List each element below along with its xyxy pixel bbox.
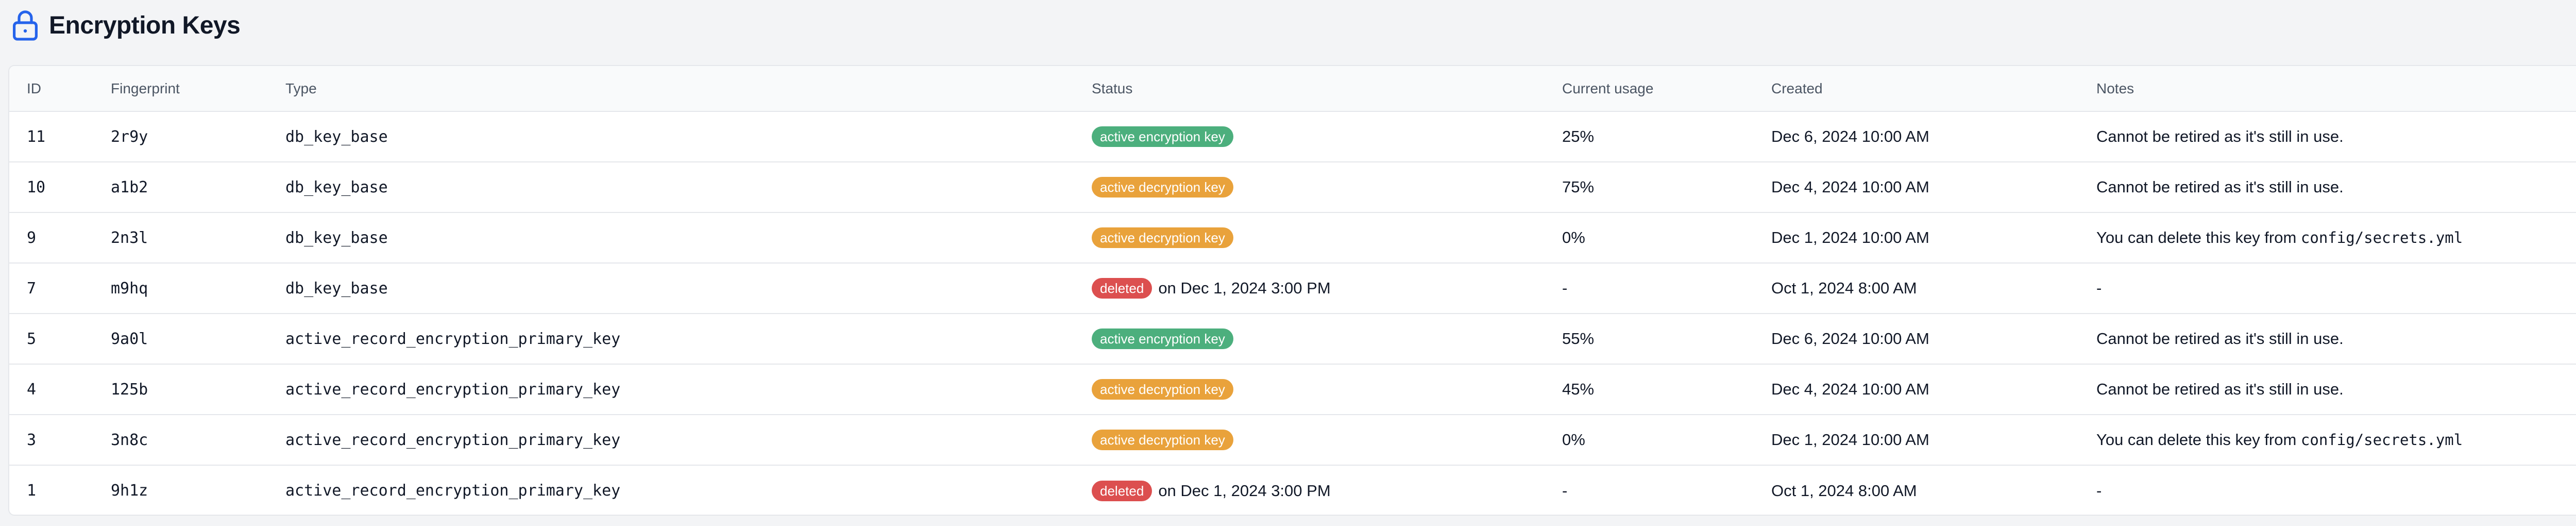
key-type-cell: active_record_encryption_primary_key xyxy=(268,364,1074,415)
table-row: 7 m9hq db_key_base deleted on Dec 1, 2024 3:… xyxy=(9,262,2576,314)
key-id-cell: 3 xyxy=(9,414,93,465)
notes-cell: - xyxy=(2079,465,2576,515)
note-text: You can delete this key from xyxy=(2096,431,2301,449)
note-text: Cannot be retired as it's still in use. xyxy=(2096,330,2344,348)
created-date-cell: Oct 1, 2024 8:00 AM xyxy=(1754,465,2079,515)
fingerprint-cell: 2r9y xyxy=(111,127,148,146)
notes-cell: Cannot be retired as it's still in use. xyxy=(2079,313,2576,364)
table-row: 5 9a0l active_record_encryption_primary_ke… xyxy=(9,313,2576,364)
status-cell: active decryption key xyxy=(1074,212,1545,263)
table-body: 11 2r9y db_key_base active encryption key 25… xyxy=(9,111,2576,515)
fingerprint-cell: 9h1z xyxy=(93,465,268,515)
status-badge: active decryption key xyxy=(1092,379,1233,400)
table-row: 11 2r9y db_key_base active encryption key 25… xyxy=(9,111,2576,162)
status-deleted-date: on Dec 1, 2024 3:00 PM xyxy=(1158,481,1331,500)
status-badge: active encryption key xyxy=(1092,126,1233,147)
fingerprint-cell: 9a0l xyxy=(93,313,268,364)
key-id-cell: 9 xyxy=(9,212,93,263)
key-type-cell: db_key_base xyxy=(285,127,388,146)
current-usage-cell: - xyxy=(1545,262,1754,314)
created-date-cell: Dec 6, 2024 10:00 AM xyxy=(1771,127,1929,145)
column-header-status: Status xyxy=(1074,66,1545,112)
note-text: - xyxy=(2096,481,2102,500)
key-type-cell: db_key_base xyxy=(268,212,1074,263)
key-id-cell: 5 xyxy=(9,313,93,364)
status-badge: deleted xyxy=(1092,480,1153,501)
encryption-keys-table-card: ID Fingerprint Type Status Current usage… xyxy=(8,65,2576,516)
table-row: 1 9h1z active_record_encryption_primary_ke… xyxy=(9,465,2576,515)
notes-cell: You can delete this key from config/secr… xyxy=(2079,212,2576,263)
notes-cell: Cannot be retired as it's still in use. xyxy=(2079,364,2576,415)
current-usage-cell: 75% xyxy=(1545,161,1754,212)
fingerprint-cell: a1b2 xyxy=(93,161,268,212)
status-cell: active decryption key xyxy=(1074,364,1545,415)
status-badge: active decryption key xyxy=(1092,430,1233,450)
current-usage-cell: 0% xyxy=(1545,212,1754,263)
status-cell: active encryption key xyxy=(1074,111,1545,162)
status-badge: active decryption key xyxy=(1092,177,1233,198)
key-id-cell: 11 xyxy=(27,127,46,146)
key-type-cell: db_key_base xyxy=(268,262,1074,314)
table-row: 3 3n8c active_record_encryption_primary_ke… xyxy=(9,414,2576,465)
lock-icon xyxy=(12,10,38,41)
note-text: Cannot be retired as it's still in use. xyxy=(2096,127,2344,145)
status-badge: active encryption key xyxy=(1092,328,1233,349)
column-header-type: Type xyxy=(268,66,1074,112)
status-cell: deleted on Dec 1, 2024 3:00 PM xyxy=(1074,465,1545,515)
key-id-cell: 4 xyxy=(9,364,93,415)
secrets-file-path: config/secrets.yml xyxy=(2300,431,2463,449)
status-cell: active decryption key xyxy=(1074,161,1545,212)
notes-cell: Cannot be retired as it's still in use. xyxy=(2079,161,2576,212)
key-id-cell: 10 xyxy=(9,161,93,212)
notes-cell: - xyxy=(2079,262,2576,314)
table-row: 10 a1b2 db_key_base active decryption key 75… xyxy=(9,161,2576,212)
key-id-cell: 1 xyxy=(9,465,93,515)
page-title: Encryption Keys xyxy=(49,11,241,39)
current-usage-cell: - xyxy=(1545,465,1754,515)
fingerprint-cell: 2n3l xyxy=(93,212,268,263)
status-deleted-date: on Dec 1, 2024 3:00 PM xyxy=(1158,279,1331,297)
note-text: You can delete this key from xyxy=(2096,228,2301,246)
note-text: Cannot be retired as it's still in use. xyxy=(2096,380,2344,398)
created-date-cell: Dec 4, 2024 10:00 AM xyxy=(1754,161,2079,212)
created-date-cell: Dec 4, 2024 10:00 AM xyxy=(1754,364,2079,415)
page-header: Encryption Keys xyxy=(12,5,241,45)
notes-cell: You can delete this key from config/secr… xyxy=(2079,414,2576,465)
status-badge: deleted xyxy=(1092,278,1153,299)
column-header-created: Created xyxy=(1754,66,2079,112)
table-row: 9 2n3l db_key_base active decryption key 0% D… xyxy=(9,212,2576,263)
created-date-cell: Dec 6, 2024 10:00 AM xyxy=(1754,313,2079,364)
notes-cell: Cannot be retired as it's still in use. xyxy=(2079,111,2576,162)
column-header-notes: Notes xyxy=(2079,66,2576,112)
created-date-cell: Dec 1, 2024 10:00 AM xyxy=(1754,212,2079,263)
current-usage-cell: 25% xyxy=(1562,127,1595,145)
current-usage-cell: 0% xyxy=(1545,414,1754,465)
current-usage-cell: 45% xyxy=(1545,364,1754,415)
key-type-cell: active_record_encryption_primary_key xyxy=(268,414,1074,465)
secrets-file-path: config/secrets.yml xyxy=(2300,229,2463,246)
key-type-cell: active_record_encryption_primary_key xyxy=(268,313,1074,364)
status-badge: active decryption key xyxy=(1092,227,1233,248)
fingerprint-cell: m9hq xyxy=(93,262,268,314)
status-cell: active encryption key xyxy=(1074,313,1545,364)
column-header-current-usage: Current usage xyxy=(1545,66,1754,112)
status-cell: active decryption key xyxy=(1074,414,1545,465)
column-header-fingerprint: Fingerprint xyxy=(93,66,268,112)
fingerprint-cell: 125b xyxy=(93,364,268,415)
created-date-cell: Oct 1, 2024 8:00 AM xyxy=(1754,262,2079,314)
created-date-cell: Dec 1, 2024 10:00 AM xyxy=(1754,414,2079,465)
fingerprint-cell: 3n8c xyxy=(93,414,268,465)
key-id-cell: 7 xyxy=(9,262,93,314)
table-row: 4 125b active_record_encryption_primary_ke… xyxy=(9,364,2576,415)
note-text: Cannot be retired as it's still in use. xyxy=(2096,178,2344,196)
key-type-cell: db_key_base xyxy=(268,161,1074,212)
column-header-id: ID xyxy=(9,66,93,112)
encryption-keys-table: ID Fingerprint Type Status Current usage… xyxy=(9,66,2576,515)
note-text: - xyxy=(2096,279,2102,297)
status-cell: deleted on Dec 1, 2024 3:00 PM xyxy=(1074,262,1545,314)
key-type-cell: active_record_encryption_primary_key xyxy=(268,465,1074,515)
current-usage-cell: 55% xyxy=(1545,313,1754,364)
table-header-row: ID Fingerprint Type Status Current usage… xyxy=(9,66,2576,112)
